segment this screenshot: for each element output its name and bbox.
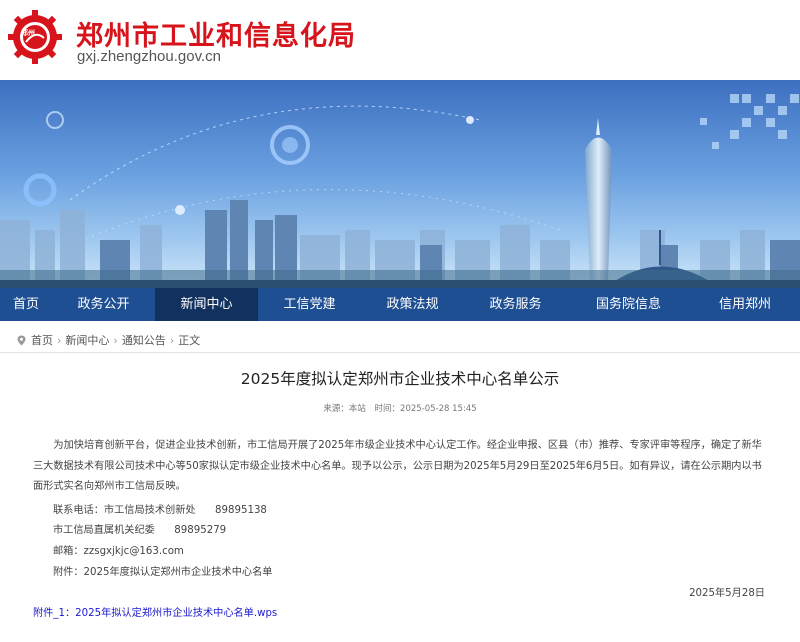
article-body: 为加快培育创新平台，促进企业技术创新，市工信局开展了2025年市级企业技术中心认… [33, 436, 771, 498]
breadcrumb-current: 正文 [178, 334, 201, 347]
article-paragraph: 为加快培育创新平台，促进企业技术创新，市工信局开展了2025年市级企业技术中心认… [33, 440, 762, 492]
article-title: 2025年度拟认定郑州市企业技术中心名单公示 [240, 370, 560, 388]
signature-date: 2025年5月28日 [689, 588, 765, 599]
contact-email: 邮箱：zzsgxjkjc@163.com [53, 546, 184, 557]
attachment-download-link[interactable]: 附件_1：2025年拟认定郑州市企业技术中心名单.wps [33, 604, 277, 619]
contact-phone: 联系电话：市工信局技术创新处 89895138 [53, 505, 267, 516]
location-pin-icon [17, 335, 26, 345]
main-nav: 首页 政务公开 新闻中心 工信党建 政策法规 政务服务 国务院信息 信用郑州 [0, 288, 800, 321]
attachment-note: 附件：2025年度拟认定郑州市企业技术中心名单 [53, 567, 273, 578]
article-meta: 来源：本站 时间：2025-05-28 15:45 [0, 402, 800, 414]
article-time: 时间：2025-05-28 15:45 [374, 404, 477, 414]
breadcrumb: 首页 › 新闻中心 › 通知公告 › 正文 [16, 332, 200, 348]
chevron-right-icon: › [57, 333, 62, 347]
breadcrumb-divider [0, 352, 800, 353]
nav-item-services[interactable]: 政务服务 [464, 288, 567, 321]
breadcrumb-notices[interactable]: 通知公告 [122, 332, 166, 348]
nav-item-home[interactable]: 首页 [0, 288, 52, 321]
site-header: 郑州 郑州市工业和信息化局 gxj.zhengzhou.gov.cn [0, 0, 800, 80]
logo-text: 郑州 [21, 29, 35, 37]
nav-item-policy[interactable]: 政策法规 [361, 288, 464, 321]
chevron-right-icon: › [113, 333, 118, 347]
breadcrumb-home[interactable]: 首页 [31, 332, 53, 348]
discipline-phone: 市工信局直属机关纪委 89895279 [53, 525, 227, 536]
nav-item-state-council[interactable]: 国务院信息 [567, 288, 690, 321]
nav-item-news-center[interactable]: 新闻中心 [155, 288, 258, 321]
gear-logo-icon[interactable] [6, 8, 64, 66]
site-domain: gxj.zhengzhou.gov.cn [77, 48, 221, 65]
nav-item-gov-affairs[interactable]: 政务公开 [52, 288, 155, 321]
hero-banner [0, 80, 800, 288]
city-skyline-banner-image [0, 80, 800, 288]
nav-item-party-building[interactable]: 工信党建 [258, 288, 361, 321]
article-source: 来源：本站 [323, 404, 366, 414]
breadcrumb-news-center[interactable]: 新闻中心 [65, 332, 109, 348]
nav-item-credit-zhengzhou[interactable]: 信用郑州 [690, 288, 800, 321]
chevron-right-icon: › [169, 333, 175, 347]
